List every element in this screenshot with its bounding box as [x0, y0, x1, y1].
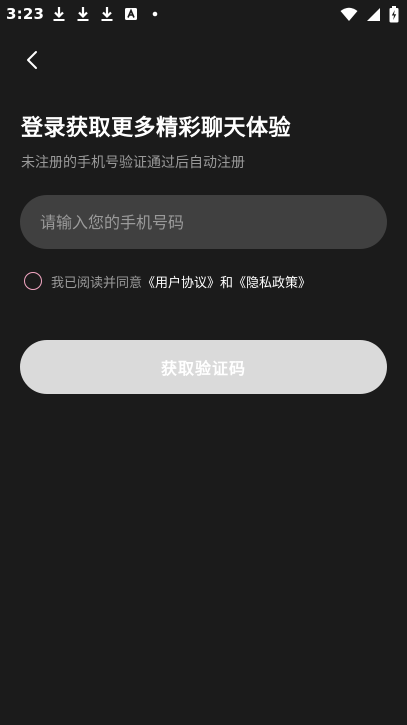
login-screen: 3:23 登录获取更多精彩聊天体验 未注册的手机号验证通过后自动注册 请输入您的…	[0, 0, 407, 725]
dot-icon	[152, 11, 158, 17]
status-notification-icons	[52, 6, 162, 22]
agreement-prefix: 我已阅读并同意	[51, 275, 143, 291]
battery-icon	[389, 6, 399, 23]
get-code-button[interactable]: 获取验证码	[20, 340, 387, 394]
app-notification-icon	[125, 8, 137, 20]
status-bar: 3:23	[0, 0, 407, 30]
back-button[interactable]	[18, 46, 46, 74]
wifi-icon	[340, 7, 358, 21]
phone-input-container	[20, 195, 387, 249]
agreement-checkbox[interactable]	[24, 272, 42, 290]
agreement-and: 和	[220, 275, 234, 291]
privacy-policy-link[interactable]: 《隐私政策》	[233, 272, 311, 291]
user-agreement-link[interactable]: 《用户协议》	[142, 272, 220, 291]
status-time: 3:23	[6, 5, 45, 23]
agreement-row: 我已阅读并同意 《用户协议》 和 《隐私政策》	[24, 271, 311, 291]
page-title: 登录获取更多精彩聊天体验	[21, 116, 292, 141]
page-subtitle: 未注册的手机号验证通过后自动注册	[21, 155, 245, 171]
phone-input[interactable]	[20, 195, 387, 249]
download-icon	[101, 7, 113, 21]
download-icon	[77, 7, 89, 21]
download-icon	[53, 7, 65, 21]
chevron-left-icon	[27, 51, 37, 69]
signal-icon	[367, 8, 380, 21]
status-system-icons	[340, 6, 399, 23]
